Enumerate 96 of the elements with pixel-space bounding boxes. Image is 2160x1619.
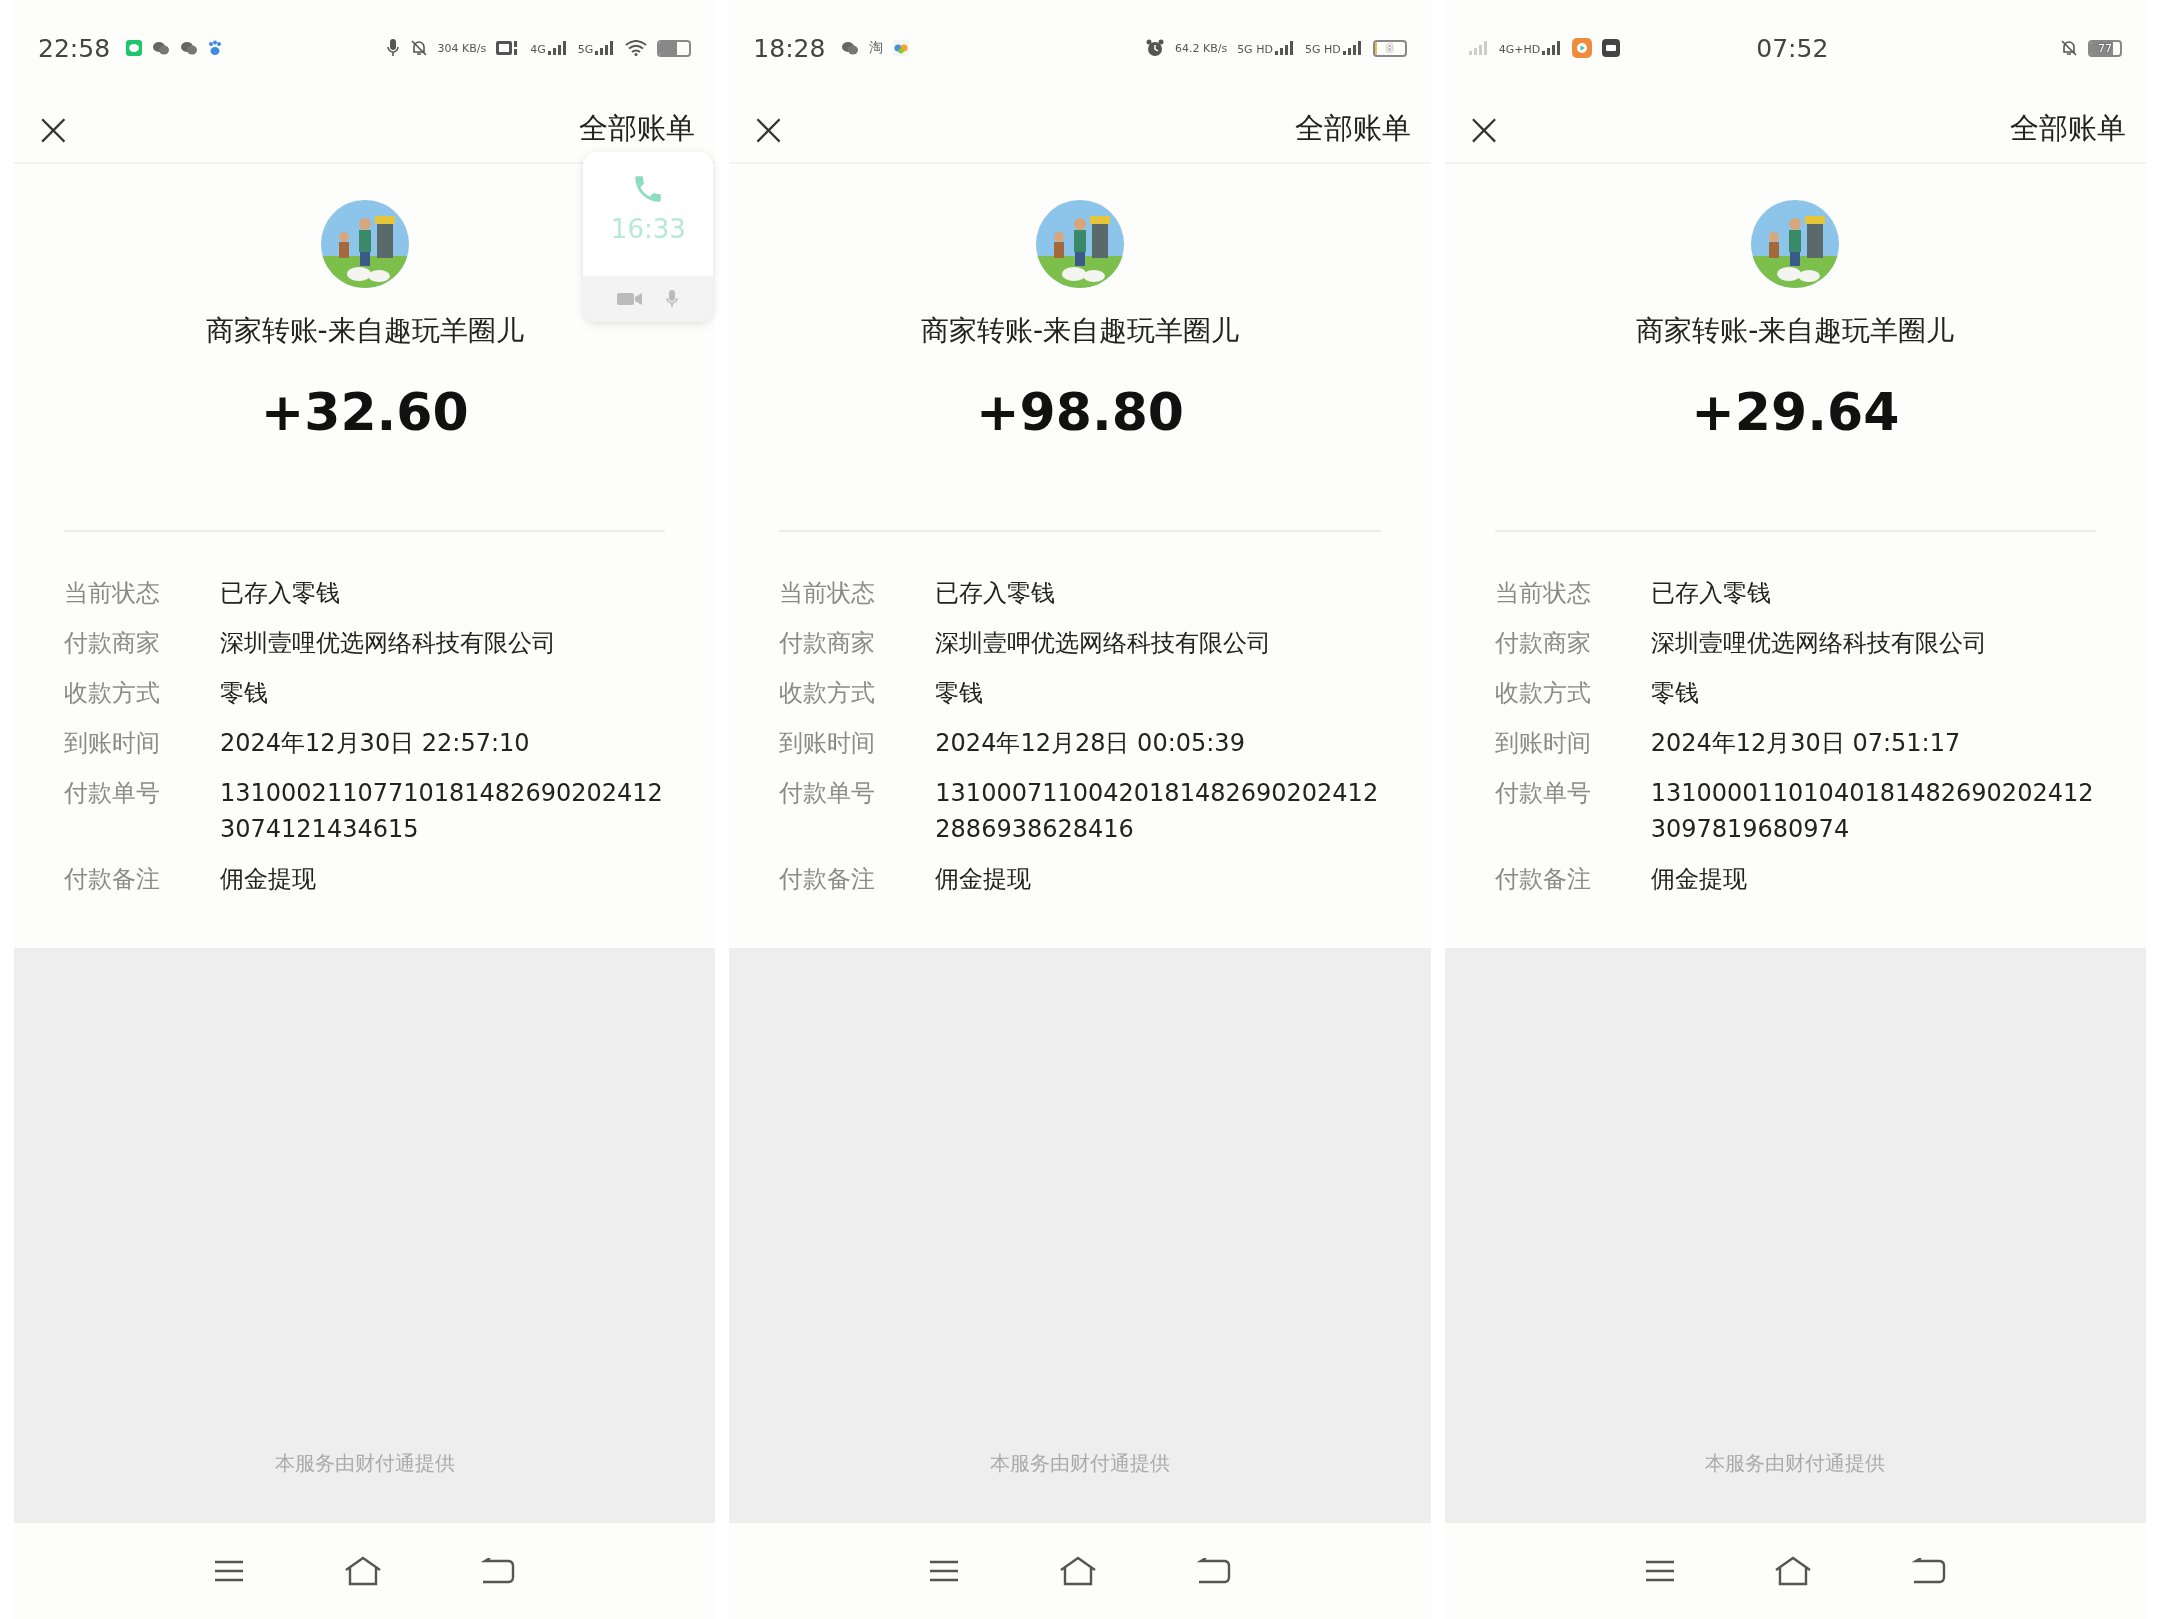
merchant-title: 商家转账-来自趣玩羊圈儿 (205, 313, 524, 349)
home-icon[interactable] (1774, 1556, 1813, 1586)
detail-value: 深圳壹哩优选网络科技有限公司 (220, 628, 556, 659)
all-bills-link[interactable]: 全部账单 (579, 109, 696, 149)
menu-icon[interactable] (213, 1560, 244, 1582)
detail-label: 付款单号 (1494, 778, 1592, 809)
wifi-icon (625, 40, 648, 56)
amount: +98.80 (975, 381, 1184, 444)
home-icon[interactable] (1058, 1556, 1097, 1586)
battery-icon: 8 (1372, 39, 1407, 57)
detail-value: 131000211077101814826902024123074121434615 (220, 778, 664, 845)
signal-icon (1342, 41, 1363, 55)
detail-value: 零钱 (220, 678, 268, 709)
detail-value: 零钱 (935, 678, 984, 709)
close-button[interactable]: × (743, 106, 794, 152)
detail-value: 131000711004201814826902024122886938628416 (935, 778, 1380, 845)
detail-label: 付款备注 (1494, 864, 1592, 895)
app-icon (126, 40, 143, 56)
microphone-icon (385, 38, 400, 58)
back-icon[interactable] (1196, 1558, 1231, 1584)
detail-label: 收款方式 (64, 678, 161, 709)
battery-icon (657, 39, 692, 57)
detail-label: 付款商家 (779, 628, 877, 659)
detail-value: 131000011010401814826902024123097819680974 (1650, 778, 2095, 845)
detail-label: 到账时间 (1494, 728, 1592, 759)
chat-icon (180, 40, 199, 56)
detail-value: 已存入零钱 (220, 578, 340, 609)
signal-icon (1542, 41, 1563, 55)
status-time: 07:52 (1756, 33, 1829, 63)
network-type: 5G (577, 44, 594, 55)
alarm-clock-icon (1144, 38, 1165, 58)
footer-text: 本服务由财付通提供 (1705, 1450, 1886, 1477)
detail-value: 已存入零钱 (935, 578, 1056, 609)
signal-icon (547, 41, 568, 55)
detail-value: 2024年12月30日 22:57:10 (220, 728, 530, 759)
close-button[interactable]: × (1458, 106, 1510, 152)
microphone-icon (665, 289, 680, 309)
network-type: 5G HD (1304, 44, 1341, 55)
close-button[interactable]: × (28, 106, 79, 152)
status-time: 18:28 (753, 33, 826, 63)
detail-value: 深圳壹呷优选网络科技有限公司 (935, 628, 1272, 659)
all-bills-link[interactable]: 全部账单 (1294, 109, 1411, 149)
amount: +32.60 (260, 381, 469, 444)
footer-text: 本服务由财付通提供 (990, 1450, 1170, 1477)
detail-label: 当前状态 (64, 578, 161, 609)
network-speed: 64.2 KB/s (1174, 42, 1228, 54)
call-duration: 16:33 (610, 214, 686, 244)
app-icon (1572, 38, 1593, 58)
network-type: 4G+HD (1498, 44, 1541, 55)
merchant-title: 商家转账-来自趣玩羊圈儿 (1636, 313, 1955, 349)
footer-text: 本服务由财付通提供 (274, 1450, 455, 1477)
detail-label: 到账时间 (779, 728, 877, 759)
detail-value: 2024年12月30日 07:51:17 (1650, 728, 1961, 759)
detail-label: 收款方式 (779, 678, 877, 709)
detail-label: 付款单号 (64, 778, 161, 809)
bell-off-icon (409, 39, 428, 57)
detail-value: 佣金提现 (1650, 864, 1747, 895)
detail-label: 付款商家 (64, 628, 161, 659)
detail-label: 付款备注 (779, 864, 877, 895)
home-icon[interactable] (343, 1556, 382, 1586)
detail-label: 收款方式 (1494, 678, 1592, 709)
bell-off-icon (2060, 39, 2078, 57)
signal-icon (1274, 41, 1295, 55)
merchant-title: 商家转账-来自趣玩羊圈儿 (920, 313, 1240, 349)
paw-icon (208, 40, 223, 56)
detail-value: 2024年12月28日 00:05:39 (935, 728, 1245, 759)
detail-label: 付款单号 (779, 778, 877, 809)
back-icon[interactable] (1912, 1558, 1947, 1584)
app-icon (893, 40, 910, 56)
video-camera-icon (617, 291, 644, 307)
detail-value: 已存入零钱 (1650, 578, 1771, 609)
chat-icon (152, 40, 171, 56)
back-icon[interactable] (481, 1558, 516, 1584)
detail-value: 零钱 (1650, 678, 1699, 709)
all-bills-link[interactable]: 全部账单 (2010, 109, 2126, 149)
app-icon (1602, 39, 1621, 57)
signal-icon (595, 41, 616, 55)
status-time: 22:58 (38, 33, 111, 63)
amount: +29.64 (1691, 381, 1900, 444)
detail-value: 佣金提现 (935, 864, 1032, 895)
menu-icon[interactable] (929, 1560, 960, 1582)
detail-label: 当前状态 (779, 578, 877, 609)
detail-value: 深圳壹哩优选网络科技有限公司 (1650, 628, 1987, 659)
network-type: 5G HD (1237, 44, 1273, 55)
detail-label: 付款备注 (64, 864, 161, 895)
detail-label: 付款商家 (1494, 628, 1592, 659)
menu-icon[interactable] (1644, 1560, 1675, 1582)
chat-icon (841, 40, 860, 56)
network-type: 4G (530, 44, 546, 55)
app-glyph: 淘 (869, 39, 884, 57)
detail-label: 到账时间 (64, 728, 161, 759)
detail-value: 佣金提现 (220, 864, 316, 895)
network-speed: 304 KB/s (437, 42, 487, 54)
signal-icon (1468, 41, 1489, 55)
detail-label: 当前状态 (1494, 578, 1592, 609)
battery-icon: 77 (2088, 39, 2122, 57)
